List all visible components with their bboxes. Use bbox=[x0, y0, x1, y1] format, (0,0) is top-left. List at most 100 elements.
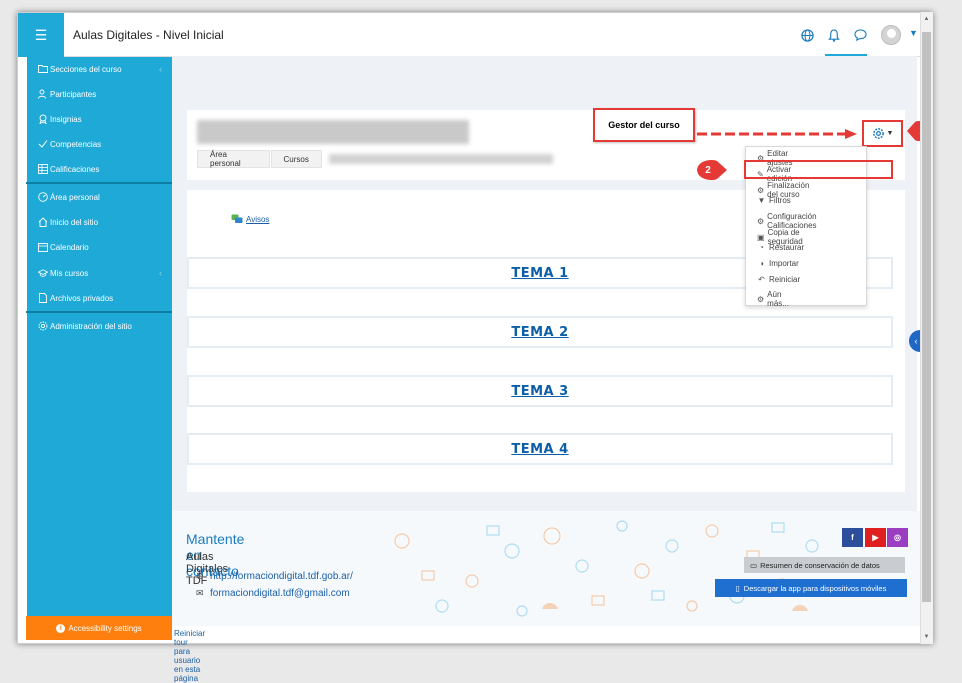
step-badge-2: 2 bbox=[696, 159, 727, 181]
app-button-label: Descargar la app para dispositivos móvil… bbox=[743, 583, 887, 593]
avisos-link[interactable]: Avisos bbox=[246, 215, 269, 224]
folder-icon bbox=[38, 64, 48, 74]
sidebar-item-administracion[interactable]: Administración del sitio bbox=[26, 316, 172, 336]
reset-icon: ↶ bbox=[758, 275, 765, 284]
breadcrumb-item[interactable]: Cursos bbox=[270, 150, 322, 168]
chevron-down-icon[interactable]: ▼ bbox=[909, 28, 918, 38]
filter-icon: ▼ bbox=[757, 196, 766, 205]
breadcrumb: Área personal Cursos bbox=[197, 150, 554, 168]
scrollbar-thumb[interactable] bbox=[922, 32, 931, 602]
sidebar-item-inicio[interactable]: Inicio del sitio bbox=[26, 212, 172, 232]
gear-icon bbox=[38, 321, 48, 331]
footer-url-link[interactable]: http://formaciondigital.tdf.gob.ar/ bbox=[210, 571, 353, 582]
sidebar-item-competencias[interactable]: Competencias bbox=[26, 134, 172, 154]
import-icon: ◑ bbox=[759, 259, 764, 268]
footer-url[interactable]: ⊕ http://formaciondigital.tdf.gob.ar/ bbox=[196, 571, 353, 582]
sidebar-item-label: Mis cursos bbox=[50, 268, 89, 278]
data-summary-label: Resumen de conservación de datos bbox=[760, 560, 880, 570]
restore-icon: ◔ bbox=[759, 243, 764, 252]
menu-item-label: Aún más... bbox=[767, 290, 789, 308]
gear-icon: ⚙ bbox=[757, 294, 765, 304]
topic-link[interactable]: TEMA 1 bbox=[511, 266, 568, 281]
accessibility-label: Accessibility settings bbox=[68, 623, 142, 633]
calendar-icon bbox=[38, 242, 48, 252]
mobile-app-button[interactable]: ▯ Descargar la app para dispositivos móv… bbox=[715, 579, 907, 597]
menu-item-label: Reiniciar bbox=[769, 275, 801, 284]
dashed-arrow-icon bbox=[697, 129, 857, 139]
badge-icon bbox=[38, 114, 48, 124]
topic-section: TEMA 2 bbox=[187, 316, 893, 348]
menu-item-label: Importar bbox=[769, 259, 799, 268]
sidebar-divider bbox=[26, 311, 172, 313]
site-name[interactable]: Aulas Digitales - Nivel Inicial bbox=[73, 28, 224, 42]
avisos-forum[interactable]: Avisos bbox=[231, 214, 269, 225]
hamburger-icon[interactable]: ☰ bbox=[18, 13, 64, 57]
gear-icon: ⚙ bbox=[757, 216, 765, 226]
course-actions-button[interactable]: ▼ bbox=[862, 120, 903, 147]
sidebar-item-calendario[interactable]: Calendario bbox=[26, 237, 172, 257]
chevron-left-icon: ‹ bbox=[159, 64, 162, 74]
facebook-icon[interactable]: f bbox=[842, 528, 863, 547]
folder-icon: ▭ bbox=[750, 560, 758, 570]
menu-item-restaurar[interactable]: ◔ Restaurar bbox=[757, 243, 804, 252]
sidebar-item-calificaciones[interactable]: Calificaciones bbox=[26, 159, 172, 179]
menu-item-filtros[interactable]: ▼ Filtros bbox=[757, 196, 791, 205]
info-icon: i bbox=[56, 623, 66, 633]
menu-item-importar[interactable]: ◑ Importar bbox=[757, 259, 799, 268]
users-icon bbox=[38, 89, 48, 99]
chevron-left-icon: ‹ bbox=[159, 268, 162, 278]
sidebar-item-label: Administración del sitio bbox=[50, 321, 132, 331]
sidebar-item-insignias[interactable]: Insignias bbox=[26, 109, 172, 129]
breadcrumb-item[interactable]: Área personal bbox=[197, 150, 270, 168]
highlight-activar-edicion bbox=[744, 160, 893, 179]
envelope-icon: ✉ bbox=[196, 588, 204, 598]
topic-link[interactable]: TEMA 4 bbox=[511, 442, 568, 457]
topic-section: TEMA 3 bbox=[187, 375, 893, 407]
sidebar-item-area-personal[interactable]: Área personal bbox=[26, 187, 172, 207]
menu-item-aun-mas[interactable]: ⚙ Aún más... bbox=[757, 290, 791, 308]
dashboard-icon bbox=[38, 192, 48, 202]
sidebar-item-participantes[interactable]: Participantes bbox=[26, 84, 172, 104]
gestor-callout: Gestor del curso bbox=[593, 108, 695, 142]
reset-tour-link[interactable]: Reiniciar tour para usuario en esta pági… bbox=[174, 629, 205, 683]
scroll-down-icon[interactable]: ▼ bbox=[922, 634, 931, 640]
sidebar-item-label: Competencias bbox=[50, 139, 102, 149]
sidebar-item-label: Calendario bbox=[50, 242, 89, 252]
sidebar-item-secciones[interactable]: Secciones del curso ‹ bbox=[26, 59, 172, 79]
topic-link[interactable]: TEMA 2 bbox=[511, 325, 568, 340]
gear-icon: ⚙ bbox=[757, 185, 765, 195]
forum-icon bbox=[231, 214, 243, 223]
file-icon bbox=[38, 293, 48, 303]
backup-icon: ▣ bbox=[757, 232, 765, 242]
table-icon bbox=[38, 164, 48, 174]
home-icon bbox=[38, 217, 48, 227]
sidebar-divider bbox=[26, 182, 172, 184]
data-retention-summary-button[interactable]: ▭ Resumen de conservación de datos bbox=[744, 557, 905, 573]
youtube-icon[interactable]: ▶ bbox=[865, 528, 886, 547]
sidebar-item-archivos[interactable]: Archivos privados bbox=[26, 288, 172, 308]
globe-icon[interactable] bbox=[797, 25, 817, 45]
sidebar-item-label: Archivos privados bbox=[50, 293, 114, 303]
mobile-icon: ▯ bbox=[735, 583, 740, 593]
graduation-icon bbox=[38, 268, 48, 278]
sidebar-item-label: Calificaciones bbox=[50, 164, 100, 174]
gear-icon bbox=[872, 128, 884, 139]
sidebar-item-label: Participantes bbox=[50, 89, 97, 99]
instagram-icon[interactable]: ◎ bbox=[887, 528, 908, 547]
avatar[interactable] bbox=[881, 25, 901, 45]
menu-item-reiniciar[interactable]: ↶ Reiniciar bbox=[757, 275, 800, 284]
accessibility-settings-button[interactable]: i Accessibility settings bbox=[26, 616, 172, 640]
menu-item-label: Filtros bbox=[769, 196, 791, 205]
footer-email-link[interactable]: formaciondigital.tdf@gmail.com bbox=[210, 588, 350, 599]
menu-item-label: Restaurar bbox=[769, 243, 805, 252]
sidebar-item-label: Inicio del sitio bbox=[50, 217, 99, 227]
scroll-up-icon[interactable]: ▲ bbox=[922, 16, 931, 22]
bell-icon[interactable] bbox=[824, 25, 844, 45]
chevron-down-icon: ▼ bbox=[886, 130, 894, 137]
sidebar-item-label: Área personal bbox=[50, 192, 100, 202]
top-navbar: ☰ Aulas Digitales - Nivel Inicial ▼ bbox=[18, 13, 932, 57]
footer-email[interactable]: ✉ formaciondigital.tdf@gmail.com bbox=[196, 588, 350, 599]
topic-link[interactable]: TEMA 3 bbox=[511, 384, 568, 399]
sidebar-item-mis-cursos[interactable]: Mis cursos ‹ bbox=[26, 263, 172, 283]
chat-icon[interactable] bbox=[850, 25, 870, 45]
